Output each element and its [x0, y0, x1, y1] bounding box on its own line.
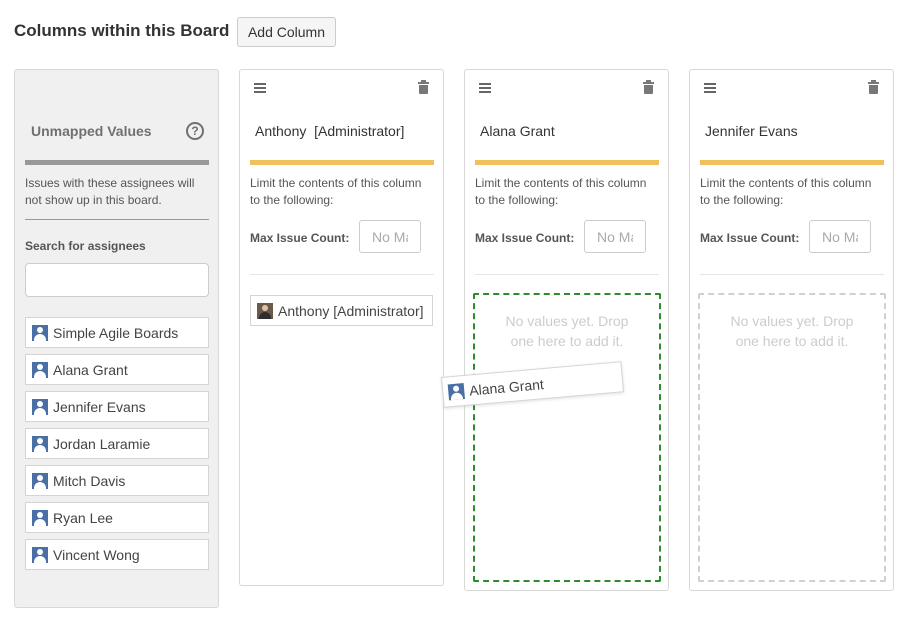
user-avatar-icon: [32, 324, 48, 341]
max-issue-count-label: Max Issue Count:: [250, 231, 350, 245]
drop-zone[interactable]: No values yet. Drop one here to add it.: [473, 293, 661, 582]
value-label: Mitch Davis: [53, 472, 126, 489]
column-color-bar: [250, 160, 434, 165]
add-column-button[interactable]: Add Column: [237, 17, 336, 47]
unmapped-value-item[interactable]: Alana Grant: [25, 354, 209, 385]
menu-icon[interactable]: [704, 83, 716, 93]
user-avatar-icon: [32, 546, 48, 563]
unmapped-color-bar: [25, 160, 209, 165]
trash-icon[interactable]: [643, 80, 654, 94]
trash-icon[interactable]: [868, 80, 879, 94]
limit-description: Limit the contents of this column to the…: [250, 176, 422, 207]
user-avatar-icon: [32, 435, 48, 452]
max-issue-count-label: Max Issue Count:: [700, 231, 800, 245]
divider: [250, 274, 434, 275]
divider: [25, 219, 209, 220]
drop-zone-text: No values yet. Drop one here to add it.: [730, 313, 854, 349]
max-issue-count-input[interactable]: [584, 220, 646, 253]
unmapped-value-item[interactable]: Vincent Wong: [25, 539, 209, 570]
trash-icon[interactable]: [418, 80, 429, 94]
board-column: Jennifer Evans Limit the contents of thi…: [689, 69, 894, 591]
page-title: Columns within this Board: [14, 21, 230, 40]
value-label: Jennifer Evans: [53, 398, 146, 415]
user-avatar-icon: [32, 398, 48, 415]
board-column: Anthony [Administrator] Limit the conten…: [239, 69, 444, 586]
user-avatar-icon: [32, 472, 48, 489]
max-issue-count-input[interactable]: [809, 220, 871, 253]
menu-icon[interactable]: [254, 83, 266, 93]
drop-zone-text: No values yet. Drop one here to add it.: [505, 313, 629, 349]
user-avatar-icon: [32, 509, 48, 526]
drop-zone[interactable]: No values yet. Drop one here to add it.: [698, 293, 886, 582]
unmapped-values-title: Unmapped Values: [31, 123, 152, 139]
column-name: Alana Grant: [480, 123, 555, 139]
column-color-bar: [700, 160, 884, 165]
value-label: Vincent Wong: [53, 546, 140, 563]
column-name: Jennifer Evans: [705, 123, 798, 139]
unmapped-description: Issues with these assignees will not sho…: [25, 176, 195, 207]
value-label: Anthony [Administrator]: [278, 302, 424, 319]
unmapped-value-item[interactable]: Ryan Lee: [25, 502, 209, 533]
value-label: Ryan Lee: [53, 509, 113, 526]
mapped-value-item[interactable]: Anthony [Administrator]: [250, 295, 433, 326]
user-avatar-icon: [32, 361, 48, 378]
divider: [700, 274, 884, 275]
unmapped-value-item[interactable]: Mitch Davis: [25, 465, 209, 496]
unmapped-value-list: Simple Agile Boards Alana Grant Jennifer…: [25, 317, 209, 576]
user-photo-avatar: [257, 302, 273, 319]
unmapped-values-panel: Unmapped Values ? Issues with these assi…: [14, 69, 219, 608]
search-label: Search for assignees: [25, 239, 146, 253]
search-assignees-input[interactable]: [25, 263, 209, 297]
column-name: Anthony [Administrator]: [255, 123, 405, 139]
limit-description: Limit the contents of this column to the…: [475, 176, 647, 207]
max-issue-count-input[interactable]: [359, 220, 421, 253]
value-label: Alana Grant: [468, 375, 545, 399]
value-label: Alana Grant: [53, 361, 128, 378]
limit-description: Limit the contents of this column to the…: [700, 176, 872, 207]
board-column: Alana Grant Limit the contents of this c…: [464, 69, 669, 591]
divider: [475, 274, 659, 275]
unmapped-value-item[interactable]: Jennifer Evans: [25, 391, 209, 422]
unmapped-value-item[interactable]: Simple Agile Boards: [25, 317, 209, 348]
max-issue-count-label: Max Issue Count:: [475, 231, 575, 245]
menu-icon[interactable]: [479, 83, 491, 93]
user-avatar-icon: [447, 382, 465, 400]
help-icon[interactable]: ?: [186, 122, 204, 140]
column-color-bar: [475, 160, 659, 165]
value-label: Simple Agile Boards: [53, 324, 179, 341]
value-label: Jordan Laramie: [53, 435, 151, 452]
unmapped-value-item[interactable]: Jordan Laramie: [25, 428, 209, 459]
